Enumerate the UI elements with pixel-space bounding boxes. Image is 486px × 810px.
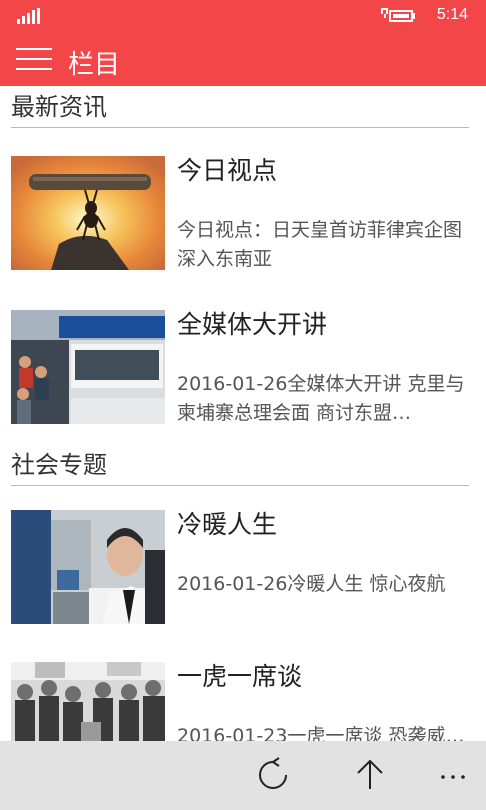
battery-charging-icon xyxy=(381,6,415,24)
status-time: 5:14 xyxy=(436,6,468,23)
item-title: 全媒体大开讲 xyxy=(177,310,328,339)
section-header-society: 社会专题 xyxy=(11,450,469,486)
item-summary: 2016-01-26全媒体大开讲 克里与柬埔寨总理会面 商讨东盟… xyxy=(177,373,465,424)
item-title: 今日视点 xyxy=(177,156,278,185)
medical-insurance-office-photo xyxy=(11,310,165,424)
status-bar: 5:14 xyxy=(0,0,486,32)
item-title: 冷暖人生 xyxy=(177,510,278,539)
item-summary: 今日视点：日天皇首访菲律宾企图深入东南亚 xyxy=(177,219,463,270)
more-icon[interactable] xyxy=(434,755,474,795)
hamburger-menu-icon[interactable] xyxy=(16,48,52,72)
ant-lifting-log-sunset-photo xyxy=(11,156,165,270)
list-item[interactable]: 冷暖人生 2016-01-26冷暖人生 惊心夜航 xyxy=(11,510,473,624)
page-title: 栏目 xyxy=(68,50,121,80)
app-header: 栏目 xyxy=(0,32,486,86)
refresh-icon[interactable] xyxy=(253,755,293,795)
item-title: 一虎一席谈 xyxy=(177,662,303,691)
list-item[interactable]: 全媒体大开讲 2016-01-26全媒体大开讲 克里与柬埔寨总理会面 商讨东盟… xyxy=(11,310,473,424)
arrow-up-icon[interactable] xyxy=(350,755,390,795)
item-summary: 2016-01-26冷暖人生 惊心夜航 xyxy=(177,573,446,595)
signal-bars-icon xyxy=(17,8,41,24)
section-header-latest: 最新资讯 xyxy=(11,92,469,128)
pilot-in-cabin-photo xyxy=(11,510,165,624)
command-bar xyxy=(0,741,486,810)
list-item[interactable]: 今日视点 今日视点：日天皇首访菲律宾企图深入东南亚 xyxy=(11,156,473,270)
